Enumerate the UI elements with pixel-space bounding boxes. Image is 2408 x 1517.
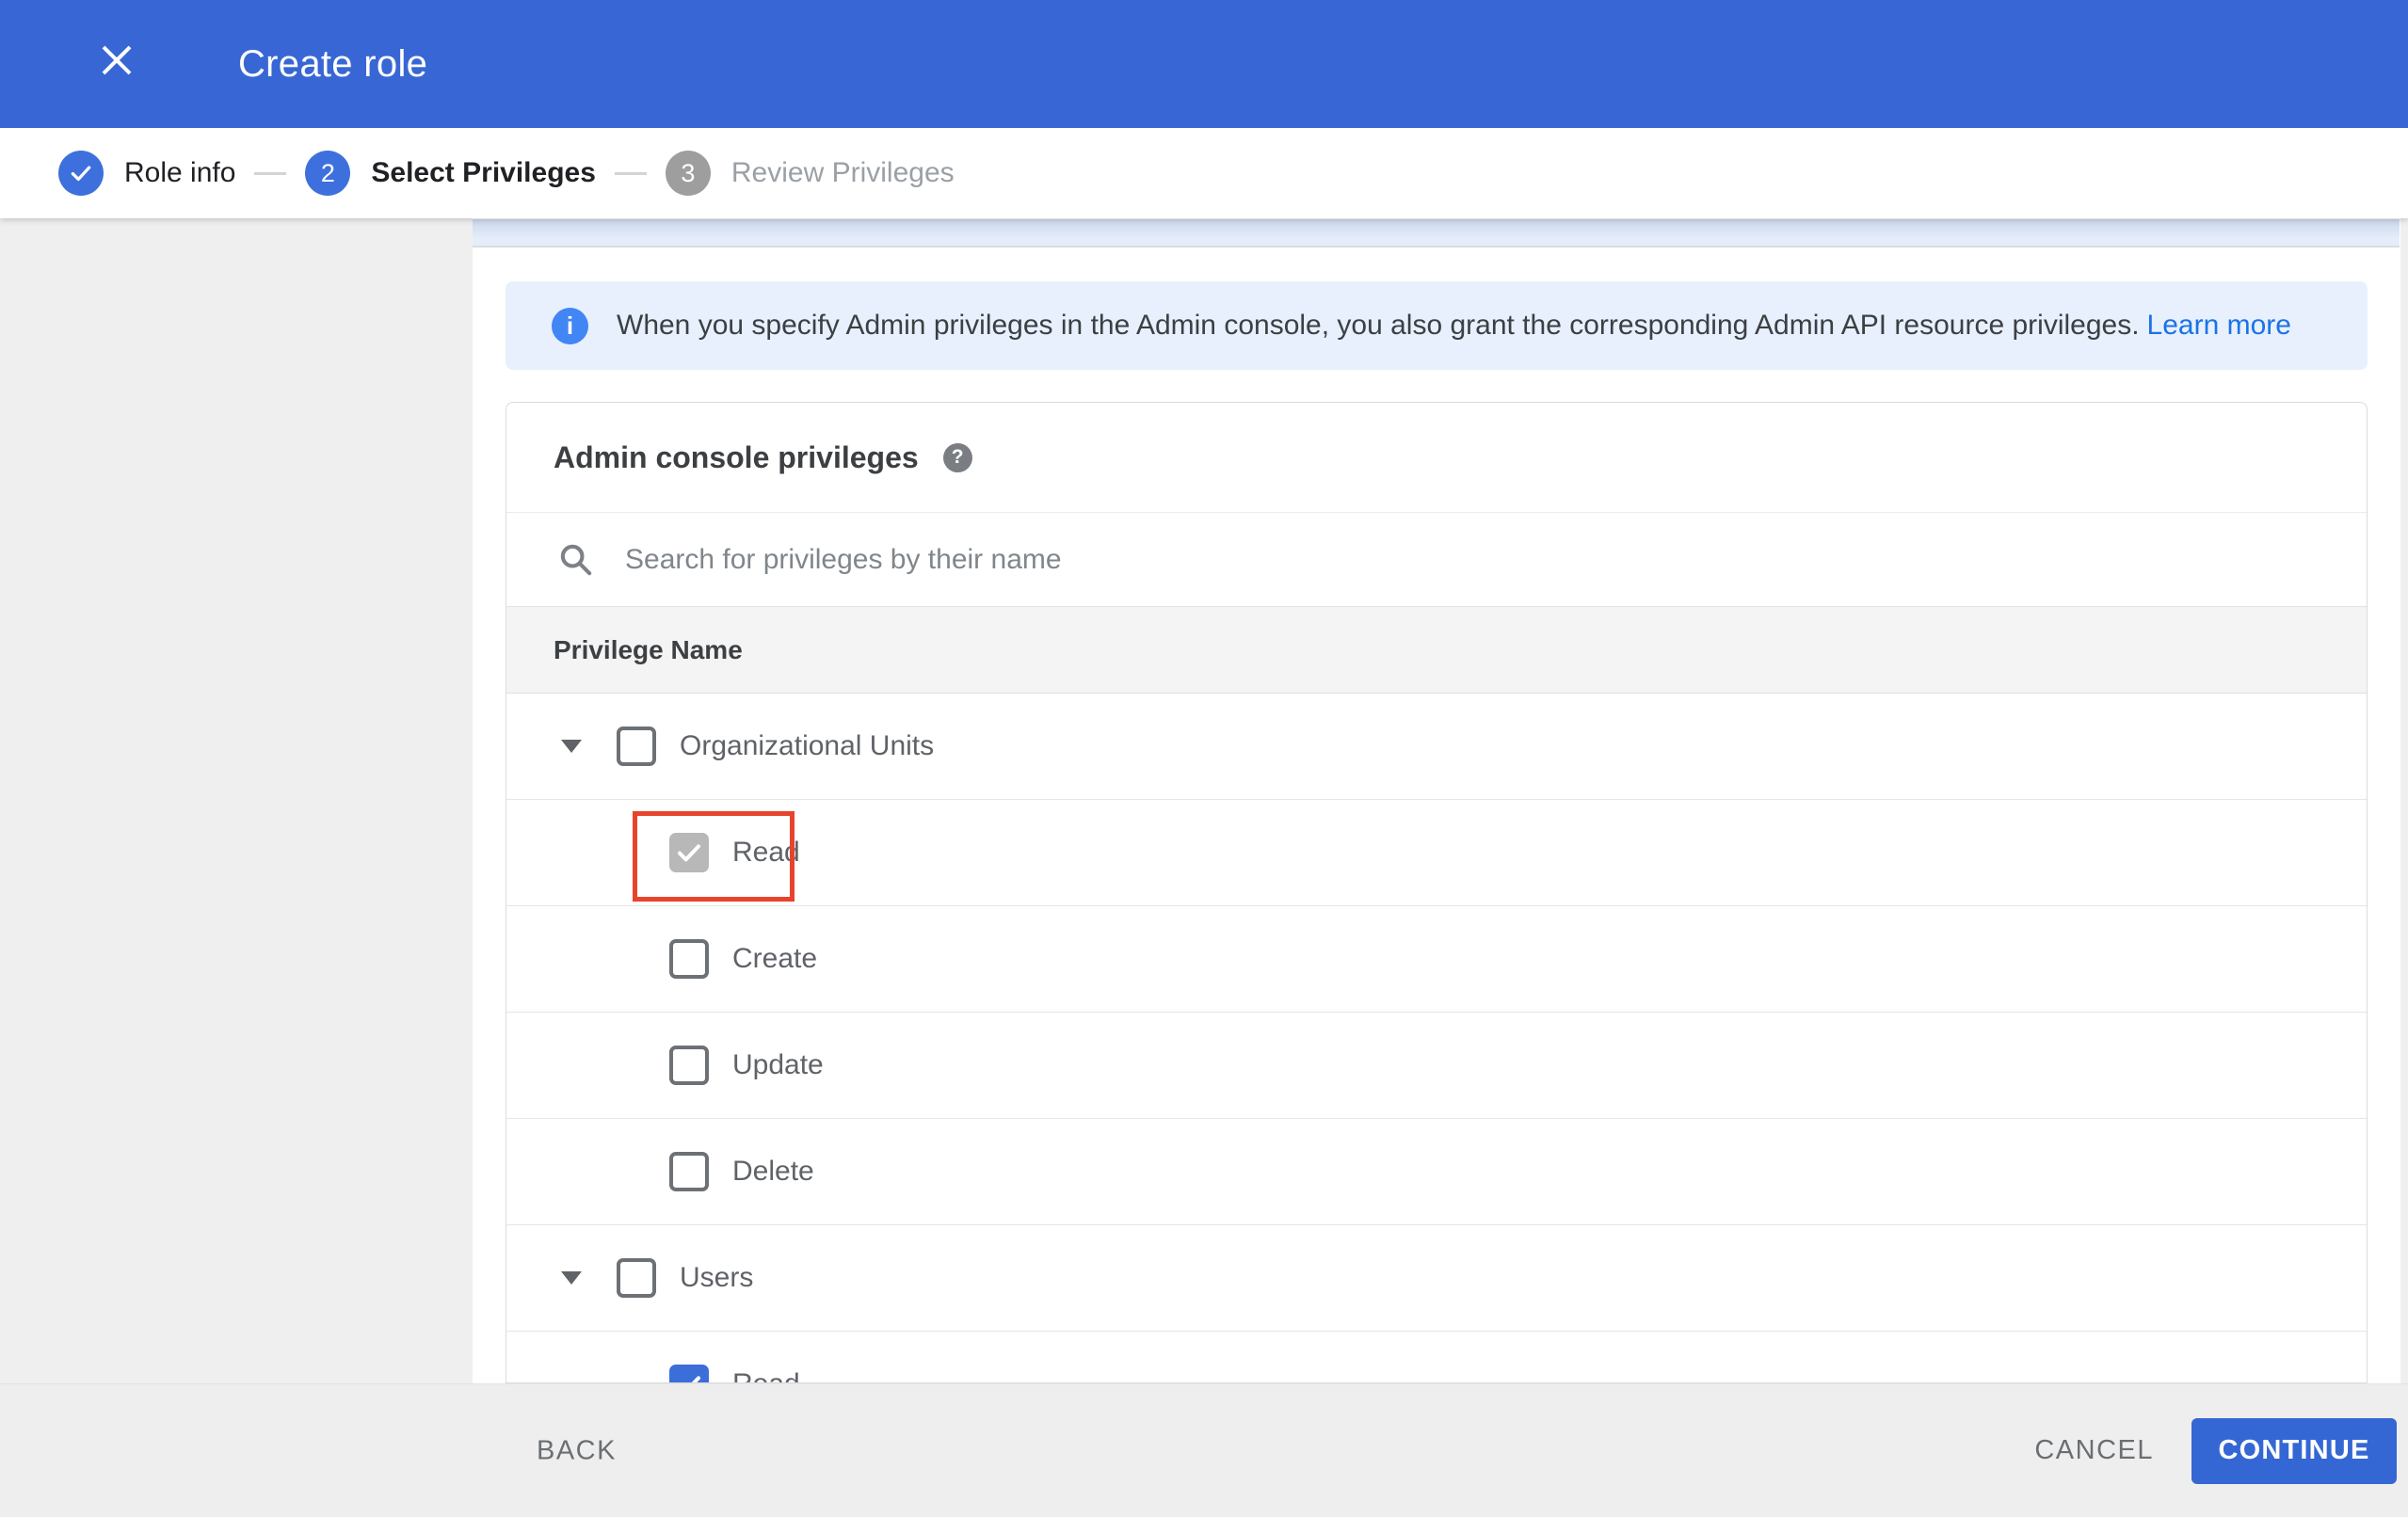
table-row-ou-delete: Delete xyxy=(506,1119,2367,1225)
card-title-row: Admin console privileges ? xyxy=(506,403,2367,513)
column-header-privilege-name: Privilege Name xyxy=(554,634,743,664)
check-icon xyxy=(691,1376,700,1382)
cancel-button[interactable]: CANCEL xyxy=(2034,1435,2154,1466)
body-region: i When you specify Admin privileges in t… xyxy=(0,218,2408,1383)
step-number-circle: 3 xyxy=(665,151,711,196)
search-input[interactable] xyxy=(625,543,2037,576)
right-gutter xyxy=(2400,218,2408,1383)
stepper: Role info 2 Select Privileges 3 Review P… xyxy=(0,128,2408,218)
checkbox-users-read-checked[interactable] xyxy=(669,1365,709,1382)
step-complete-circle xyxy=(58,151,104,196)
continue-button[interactable]: CONTINUE xyxy=(2191,1417,2397,1484)
search-icon xyxy=(560,544,592,575)
banner-message: When you specify Admin privileges in the… xyxy=(617,310,2140,341)
checkbox-update[interactable] xyxy=(669,1046,709,1085)
checkbox-read-checked[interactable] xyxy=(669,833,709,872)
close-button[interactable] xyxy=(94,38,139,83)
row-label: Users xyxy=(680,1262,754,1293)
checkbox-organizational-units[interactable] xyxy=(617,727,656,766)
info-icon: i xyxy=(552,307,588,344)
row-label: Update xyxy=(732,1049,824,1080)
step-review-privileges[interactable]: 3 Review Privileges xyxy=(665,151,955,196)
collapse-arrow-icon[interactable] xyxy=(561,740,582,753)
table-row-ou-create: Create xyxy=(506,906,2367,1013)
step-number-circle: 2 xyxy=(305,151,351,196)
banner-text: When you specify Admin privileges in the… xyxy=(617,310,2291,342)
table-row-users: Users xyxy=(506,1225,2367,1332)
main-content: i When you specify Admin privileges in t… xyxy=(473,218,2400,1383)
card-title: Admin console privileges xyxy=(554,439,919,474)
step-select-privileges[interactable]: 2 Select Privileges xyxy=(305,151,596,196)
step-label: Select Privileges xyxy=(371,157,596,188)
close-icon xyxy=(102,45,132,75)
table-row-ou-read: Read xyxy=(506,800,2367,906)
step-connector xyxy=(614,171,647,175)
check-icon xyxy=(678,844,700,862)
app-bar: Create role xyxy=(0,0,2408,128)
create-role-dialog: Create role Role info 2 Select Privilege… xyxy=(0,0,2408,1517)
footer-actions: CANCEL CONTINUE xyxy=(2034,1417,2397,1484)
check-icon xyxy=(71,166,91,182)
footer-bar: BACK CANCEL CONTINUE xyxy=(0,1383,2408,1517)
step-connector xyxy=(254,171,287,175)
scrolled-content-edge xyxy=(473,219,2400,248)
step-role-info[interactable]: Role info xyxy=(58,151,235,196)
checkbox-users[interactable] xyxy=(617,1258,656,1298)
checkbox-create[interactable] xyxy=(669,939,709,979)
row-label: Read xyxy=(732,837,800,868)
step-label: Role info xyxy=(124,157,236,188)
help-icon[interactable]: ? xyxy=(942,442,972,472)
info-banner: i When you specify Admin privileges in t… xyxy=(506,281,2368,370)
back-button[interactable]: BACK xyxy=(537,1435,617,1466)
search-row xyxy=(506,513,2367,607)
table-row-ou-update: Update xyxy=(506,1013,2367,1119)
left-gutter xyxy=(0,218,473,1383)
table-row-users-read: Read xyxy=(506,1332,2367,1382)
checkbox-delete[interactable] xyxy=(669,1152,709,1191)
collapse-arrow-icon[interactable] xyxy=(561,1271,582,1285)
page-title: Create role xyxy=(238,42,428,85)
row-label: Organizational Units xyxy=(680,730,935,761)
row-label: Create xyxy=(732,943,818,974)
learn-more-link[interactable]: Learn more xyxy=(2147,310,2291,341)
admin-privileges-card: Admin console privileges ? Privilege Nam… xyxy=(506,402,2368,1383)
row-label: Delete xyxy=(732,1156,814,1187)
table-header-row: Privilege Name xyxy=(506,607,2367,694)
step-label: Review Privileges xyxy=(730,157,955,188)
row-label: Read xyxy=(732,1368,800,1382)
table-row-organizational-units: Organizational Units xyxy=(506,694,2367,800)
